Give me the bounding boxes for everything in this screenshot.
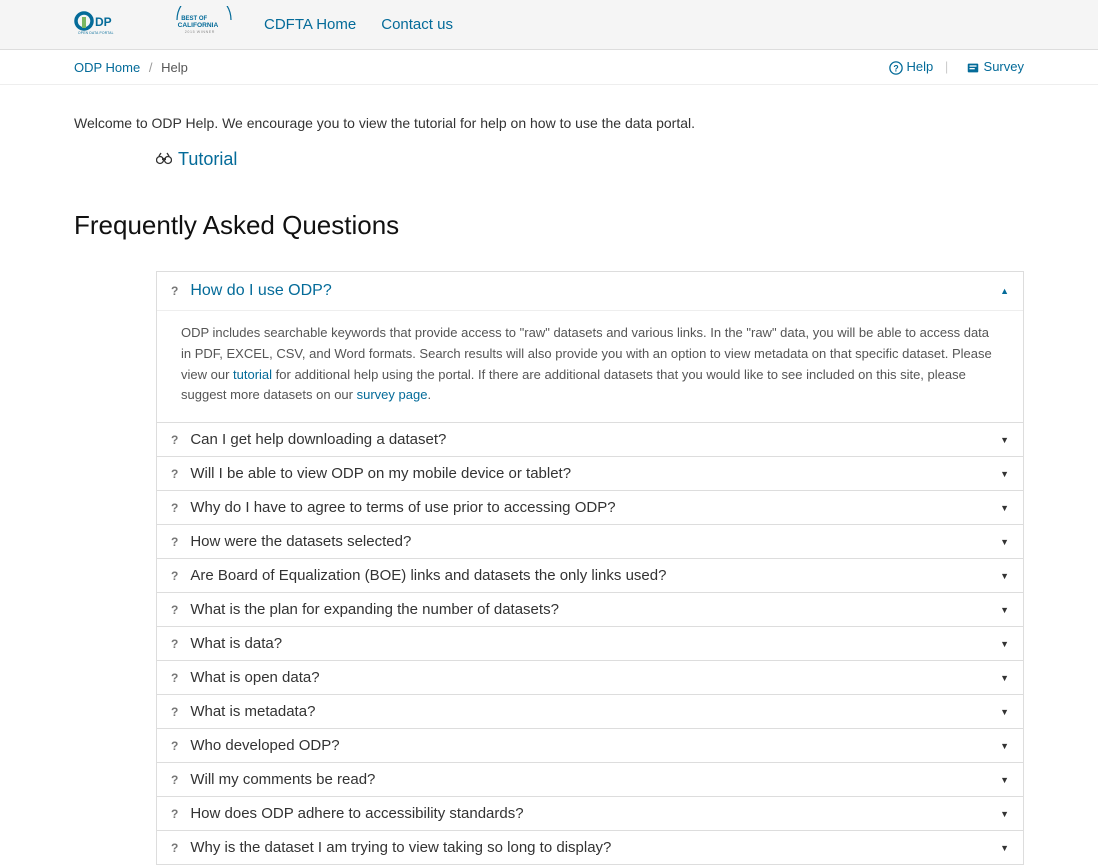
faq-question-text: What is metadata? <box>190 703 315 720</box>
help-icon: ? <box>889 61 903 75</box>
caret-down-icon: ▼ <box>1000 673 1009 683</box>
faq-item: ? Are Board of Equalization (BOE) links a… <box>157 559 1023 593</box>
faq-question-text: Why do I have to agree to terms of use p… <box>190 499 615 516</box>
answer-tutorial-link[interactable]: tutorial <box>233 367 272 382</box>
caret-down-icon: ▼ <box>1000 775 1009 785</box>
faq-item: ? Why do I have to agree to terms of use … <box>157 491 1023 525</box>
question-icon: ? <box>171 535 178 549</box>
caret-down-icon: ▼ <box>1000 707 1009 717</box>
caret-down-icon: ▼ <box>1000 503 1009 513</box>
question-icon: ? <box>171 705 178 719</box>
caret-down-icon: ▼ <box>1000 741 1009 751</box>
faq-question-text: Will I be able to view ODP on my mobile … <box>190 465 571 482</box>
faq-question[interactable]: ? How does ODP adhere to accessibility st… <box>157 797 1023 830</box>
breadcrumb-home[interactable]: ODP Home <box>74 60 140 75</box>
faq-question-text: How does ODP adhere to accessibility sta… <box>190 805 523 822</box>
faq-item: ? Who developed ODP? ▼ <box>157 729 1023 763</box>
faq-question[interactable]: ? What is data? ▼ <box>157 627 1023 660</box>
caret-up-icon: ▲ <box>1000 286 1009 296</box>
faq-item: ? What is data? ▼ <box>157 627 1023 661</box>
svg-text:DP: DP <box>95 15 112 29</box>
faq-question-text: How do I use ODP? <box>190 282 331 300</box>
faq-question-text: What is the plan for expanding the numbe… <box>190 601 559 618</box>
binoculars-icon <box>156 151 172 168</box>
welcome-text: Welcome to ODP Help. We encourage you to… <box>74 115 1024 131</box>
breadcrumb-sep: / <box>149 60 153 75</box>
faq-question[interactable]: ? Are Board of Equalization (BOE) links a… <box>157 559 1023 592</box>
question-icon: ? <box>171 637 178 651</box>
answer-survey-link[interactable]: survey page <box>357 387 428 402</box>
breadcrumb-current: Help <box>161 60 188 75</box>
faq-item: ? What is open data? ▼ <box>157 661 1023 695</box>
faq-question-text: What is open data? <box>190 669 319 686</box>
faq-answer: ODP includes searchable keywords that pr… <box>157 310 1023 422</box>
svg-text:BEST OF: BEST OF <box>181 16 207 22</box>
question-icon: ? <box>171 773 178 787</box>
question-icon: ? <box>171 671 178 685</box>
caret-down-icon: ▼ <box>1000 809 1009 819</box>
svg-text:OPEN DATA PORTAL: OPEN DATA PORTAL <box>78 31 114 35</box>
faq-item: ? What is the plan for expanding the numb… <box>157 593 1023 627</box>
caret-down-icon: ▼ <box>1000 571 1009 581</box>
faq-question-text: Why is the dataset I am trying to view t… <box>190 839 611 856</box>
faq-question-text: Will my comments be read? <box>190 771 375 788</box>
svg-text:?: ? <box>893 63 898 73</box>
breadcrumb-bar: ODP Home / Help ? Help | Survey <box>0 50 1098 85</box>
survey-icon <box>966 61 980 75</box>
svg-text:2015 WINNER: 2015 WINNER <box>185 30 215 34</box>
top-bar: DP OPEN DATA PORTAL BEST OF CALIFORNIA 2… <box>0 0 1098 50</box>
faq-question[interactable]: ? Why is the dataset I am trying to view … <box>157 831 1023 864</box>
caret-down-icon: ▼ <box>1000 469 1009 479</box>
svg-text:CALIFORNIA: CALIFORNIA <box>178 22 219 29</box>
faq-item: ? How were the datasets selected? ▼ <box>157 525 1023 559</box>
faq-question[interactable]: ? How were the datasets selected? ▼ <box>157 525 1023 558</box>
question-icon: ? <box>171 739 178 753</box>
faq-item: ? Can I get help downloading a dataset? ▼ <box>157 423 1023 457</box>
faq-item: ? Will my comments be read? ▼ <box>157 763 1023 797</box>
caret-down-icon: ▼ <box>1000 605 1009 615</box>
main-content: Welcome to ODP Help. We encourage you to… <box>74 85 1024 865</box>
nav-contact-us[interactable]: Contact us <box>381 16 453 33</box>
faq-item: ? Will I be able to view ODP on my mobile… <box>157 457 1023 491</box>
caret-down-icon: ▼ <box>1000 435 1009 445</box>
question-icon: ? <box>171 433 178 447</box>
faq-question-text: Can I get help downloading a dataset? <box>190 431 446 448</box>
faq-question-text: What is data? <box>190 635 282 652</box>
caret-down-icon: ▼ <box>1000 843 1009 853</box>
best-of-california-logo: BEST OF CALIFORNIA 2015 WINNER <box>174 6 234 43</box>
faq-question-expanded[interactable]: ? How do I use ODP? ▲ <box>157 272 1023 310</box>
breadcrumb: ODP Home / Help <box>74 60 188 75</box>
question-icon: ? <box>171 841 178 855</box>
question-icon: ? <box>171 569 178 583</box>
faq-question[interactable]: ? Can I get help downloading a dataset? ▼ <box>157 423 1023 456</box>
odp-logo[interactable]: DP OPEN DATA PORTAL <box>74 5 164 45</box>
faq-question[interactable]: ? Why do I have to agree to terms of use … <box>157 491 1023 524</box>
question-icon: ? <box>171 603 178 617</box>
faq-question[interactable]: ? What is metadata? ▼ <box>157 695 1023 728</box>
faq-item: ? What is metadata? ▼ <box>157 695 1023 729</box>
faq-accordion: ? How do I use ODP? ▲ ODP includes searc… <box>156 271 1024 865</box>
faq-question-text: Who developed ODP? <box>190 737 339 754</box>
faq-question[interactable]: ? What is open data? ▼ <box>157 661 1023 694</box>
nav-cdfta-home[interactable]: CDFTA Home <box>264 16 356 33</box>
question-icon: ? <box>171 467 178 481</box>
caret-down-icon: ▼ <box>1000 537 1009 547</box>
faq-item-expanded: ? How do I use ODP? ▲ ODP includes searc… <box>157 272 1023 423</box>
question-icon: ? <box>171 807 178 821</box>
faq-question[interactable]: ? Will my comments be read? ▼ <box>157 763 1023 796</box>
caret-down-icon: ▼ <box>1000 639 1009 649</box>
faq-question-text: Are Board of Equalization (BOE) links an… <box>190 567 666 584</box>
faq-question[interactable]: ? Who developed ODP? ▼ <box>157 729 1023 762</box>
top-survey-link[interactable]: Survey <box>966 59 1024 74</box>
faq-item: ? Why is the dataset I am trying to view … <box>157 831 1023 865</box>
faq-item: ? How does ODP adhere to accessibility st… <box>157 797 1023 831</box>
faq-question[interactable]: ? Will I be able to view ODP on my mobile… <box>157 457 1023 490</box>
tutorial-link[interactable]: Tutorial <box>178 149 237 170</box>
faq-question-text: How were the datasets selected? <box>190 533 411 550</box>
question-icon: ? <box>171 284 178 298</box>
question-icon: ? <box>171 501 178 515</box>
top-help-link[interactable]: ? Help <box>889 59 937 74</box>
faq-title: Frequently Asked Questions <box>74 210 1024 241</box>
faq-question[interactable]: ? What is the plan for expanding the numb… <box>157 593 1023 626</box>
